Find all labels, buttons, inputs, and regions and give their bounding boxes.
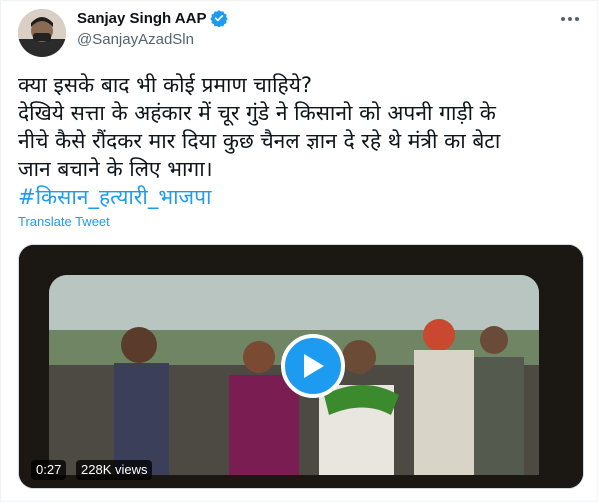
- translate-tweet-link[interactable]: Translate Tweet: [18, 214, 110, 229]
- more-icon[interactable]: [559, 11, 581, 27]
- hashtag-link[interactable]: #किसान_हत्यारी_भाजपा: [18, 183, 588, 211]
- tweet-card[interactable]: Sanjay Singh AAP @SanjayAzadSln क्या इसक…: [0, 0, 598, 502]
- avatar-image: [18, 9, 66, 57]
- tweet-text-line: क्या इसके बाद भी कोई प्रमाण चाहिये?: [18, 73, 313, 97]
- tweet-text-line: नीचे कैसे रौंदकर मार दिया कुछ चैनल ज्ञान…: [18, 129, 501, 153]
- video-player[interactable]: 0:27 228K views: [18, 244, 584, 489]
- tweet-text-line: जान बचाने के लिए भागा।: [18, 157, 213, 181]
- video-views-badge: 228K views: [76, 460, 153, 480]
- video-duration-badge: 0:27: [31, 460, 67, 480]
- author-name-row[interactable]: Sanjay Singh AAP: [77, 9, 229, 28]
- author-name[interactable]: Sanjay Singh AAP: [77, 10, 206, 27]
- tweet-text: क्या इसके बाद भी कोई प्रमाण चाहिये? देखि…: [18, 71, 588, 211]
- play-button[interactable]: [281, 334, 345, 398]
- avatar[interactable]: [18, 9, 66, 57]
- tweet-text-line: देखिये सत्ता के अहंकार में चूर गुंडे ने …: [18, 101, 496, 125]
- verified-badge-icon: [210, 9, 229, 28]
- play-icon: [304, 354, 324, 378]
- author-handle[interactable]: @SanjayAzadSln: [77, 31, 194, 48]
